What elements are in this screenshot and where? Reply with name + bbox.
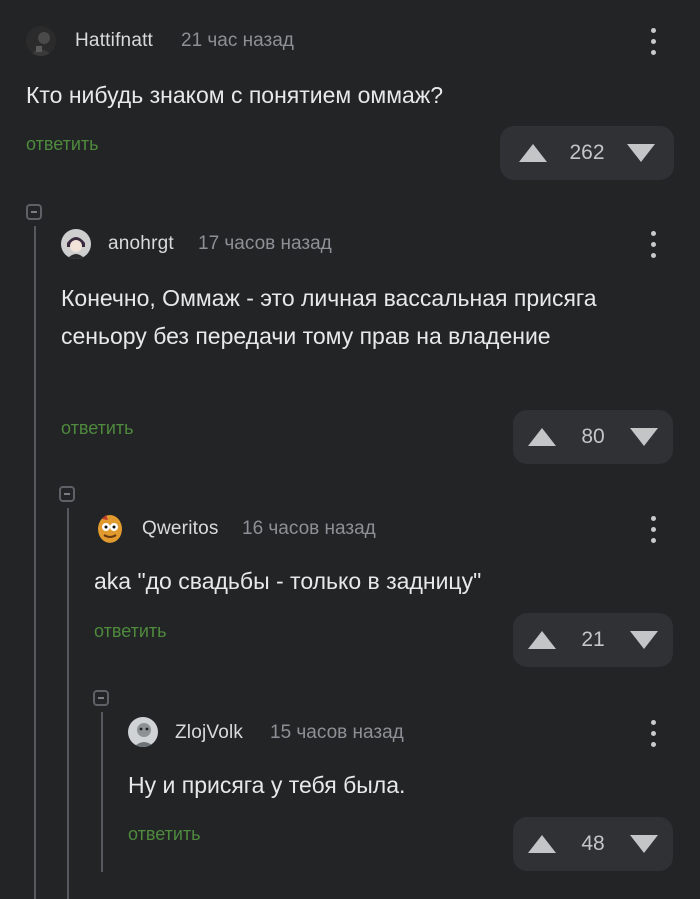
username[interactable]: Qweritos	[142, 518, 219, 540]
reply-button[interactable]: ответить	[128, 824, 201, 845]
reply-button[interactable]: ответить	[26, 134, 99, 155]
reply-button[interactable]: ответить	[94, 621, 167, 642]
thread-line-level-3	[101, 712, 103, 872]
thread-line-level-1	[34, 226, 36, 899]
thread-line-level-2	[67, 508, 69, 899]
comment-text: Кто нибудь знаком с понятием оммаж?	[26, 82, 444, 108]
more-options-icon[interactable]	[648, 28, 658, 58]
collapse-thread-button[interactable]	[59, 486, 75, 502]
vote-count: 48	[581, 832, 605, 855]
user-avatar-icon[interactable]	[128, 717, 158, 747]
timestamp: 21 час назад	[181, 30, 294, 51]
downvote-icon[interactable]	[630, 631, 658, 649]
more-options-icon[interactable]	[648, 516, 658, 546]
comment-text: Ну и присяга у тебя была.	[128, 772, 406, 798]
username[interactable]: ZlojVolk	[175, 722, 243, 744]
upvote-icon[interactable]	[528, 428, 556, 446]
downvote-icon[interactable]	[630, 428, 658, 446]
user-avatar-icon[interactable]	[61, 229, 91, 259]
collapse-thread-button[interactable]	[93, 690, 109, 706]
upvote-icon[interactable]	[528, 835, 556, 853]
downvote-icon[interactable]	[630, 835, 658, 853]
vote-box: 48	[513, 817, 673, 871]
timestamp: 15 часов назад	[270, 722, 404, 743]
vote-box: 80	[513, 410, 673, 464]
user-avatar-icon[interactable]	[94, 513, 124, 543]
downvote-icon[interactable]	[626, 144, 655, 162]
user-avatar-icon[interactable]	[26, 26, 56, 56]
reply-button[interactable]: ответить	[61, 418, 134, 439]
vote-box: 262	[500, 126, 674, 180]
timestamp: 16 часов назад	[242, 518, 376, 539]
vote-count: 21	[581, 628, 605, 651]
vote-count: 262	[569, 141, 605, 164]
vote-box: 21	[513, 613, 673, 667]
comment-text: aka "до свадьбы - только в задницу"	[94, 568, 482, 594]
more-options-icon[interactable]	[648, 231, 658, 261]
username[interactable]: Hattifnatt	[75, 30, 153, 52]
upvote-icon[interactable]	[519, 144, 548, 162]
vote-count: 80	[581, 425, 605, 448]
username[interactable]: anohrgt	[108, 233, 174, 255]
upvote-icon[interactable]	[528, 631, 556, 649]
collapse-thread-button[interactable]	[26, 204, 42, 220]
comment-text: Конечно, Оммаж - это личная вассальная п…	[61, 285, 597, 349]
more-options-icon[interactable]	[648, 720, 658, 750]
timestamp: 17 часов назад	[198, 233, 332, 254]
